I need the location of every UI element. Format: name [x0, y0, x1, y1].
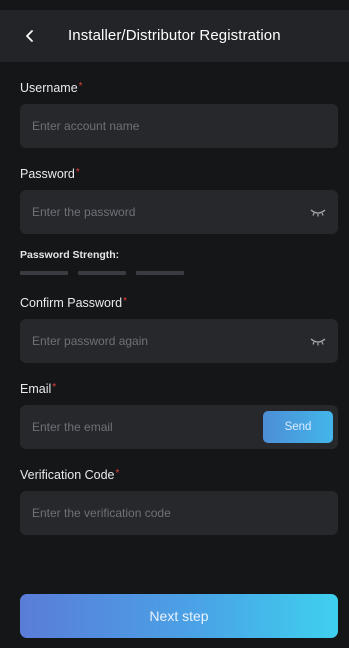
email-label-text: Email: [20, 382, 52, 396]
username-input[interactable]: [20, 104, 338, 148]
username-field[interactable]: [20, 104, 338, 148]
password-strength-segment: [136, 271, 184, 275]
confirm-password-visibility-toggle[interactable]: [308, 332, 328, 350]
password-strength-segment: [20, 271, 68, 275]
email-label: Email*: [20, 382, 56, 396]
confirm-password-input[interactable]: [20, 319, 338, 363]
confirm-password-label-text: Confirm Password: [20, 296, 123, 310]
password-label-text: Password: [20, 167, 75, 181]
eye-closed-icon: [310, 338, 326, 346]
verification-code-field[interactable]: [20, 491, 338, 535]
verification-code-label: Verification Code*: [20, 468, 119, 482]
confirm-password-field[interactable]: [20, 319, 338, 363]
required-marker: *: [52, 382, 57, 393]
registration-screen: Installer/Distributor Registration Usern…: [0, 0, 349, 648]
password-input[interactable]: [20, 190, 338, 234]
username-label: Username*: [20, 81, 83, 95]
password-strength-label: Password Strength:: [20, 249, 120, 261]
eye-closed-icon: [310, 209, 326, 217]
next-step-button[interactable]: Next step: [20, 594, 338, 638]
password-visibility-toggle[interactable]: [308, 203, 328, 221]
required-marker: *: [78, 81, 83, 92]
password-strength-segment: [78, 271, 126, 275]
password-label: Password*: [20, 167, 80, 181]
chevron-left-icon: [26, 30, 33, 42]
confirm-password-label: Confirm Password*: [20, 296, 127, 310]
header-bar: Installer/Distributor Registration: [0, 10, 349, 62]
required-marker: *: [115, 468, 120, 479]
required-marker: *: [75, 167, 80, 178]
email-field[interactable]: Send: [20, 405, 338, 449]
verification-code-label-text: Verification Code: [20, 468, 115, 482]
send-code-button[interactable]: Send: [263, 411, 333, 443]
verification-code-input[interactable]: [20, 491, 338, 535]
page-title: Installer/Distributor Registration: [68, 27, 281, 44]
required-marker: *: [123, 296, 128, 307]
back-button[interactable]: [16, 22, 44, 50]
password-field[interactable]: [20, 190, 338, 234]
username-label-text: Username: [20, 81, 78, 95]
